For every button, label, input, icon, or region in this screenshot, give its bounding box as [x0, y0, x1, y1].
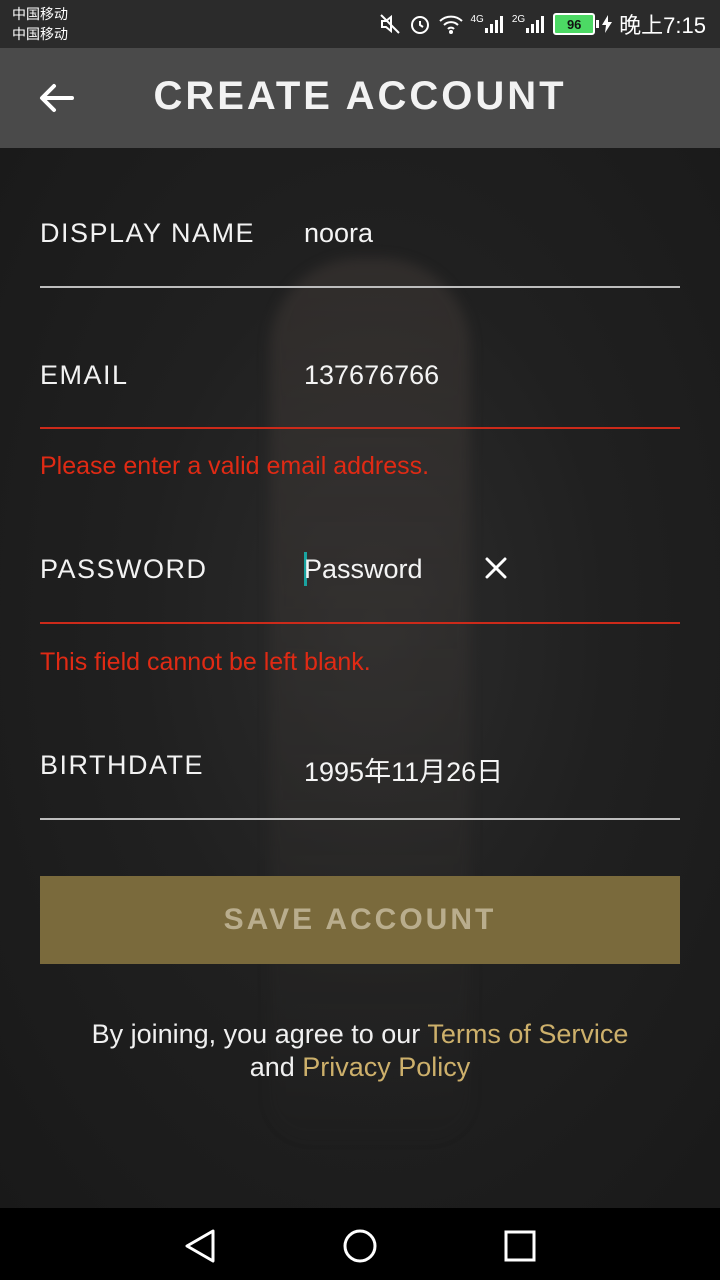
network-4g-label: 4G	[470, 14, 484, 25]
display-name-underline	[40, 286, 680, 288]
email-error: Please enter a valid email address.	[40, 452, 430, 480]
password-input[interactable]: Password	[304, 554, 423, 585]
password-error: This field cannot be left blank.	[40, 648, 371, 676]
terms-notice: By joining, you agree to our Terms of Se…	[0, 1018, 720, 1084]
mute-icon	[378, 12, 402, 36]
carrier-1: 中国移动	[12, 6, 68, 22]
square-recents-icon	[504, 1230, 536, 1262]
save-account-button[interactable]: SAVE ACCOUNT	[40, 876, 680, 964]
password-field[interactable]: PASSWORD Password	[40, 550, 680, 626]
email-input[interactable]: 137676766	[304, 360, 439, 391]
display-name-input[interactable]: noora	[304, 218, 373, 249]
carrier-info: 中国移动 中国移动	[12, 4, 68, 44]
terms-prefix: By joining, you agree to our	[91, 1019, 428, 1049]
email-field[interactable]: EMAIL 137676766	[40, 356, 680, 432]
circle-home-icon	[343, 1229, 377, 1263]
carrier-2: 中国移动	[12, 26, 68, 42]
password-label: PASSWORD	[40, 554, 208, 584]
signal-2g-icon: 2G	[512, 14, 547, 34]
birthdate-underline	[40, 818, 680, 820]
display-name-label: DISPLAY NAME	[40, 218, 256, 248]
system-nav-bar	[0, 1208, 720, 1280]
close-icon	[485, 557, 507, 579]
birthdate-input[interactable]: 1995年11月26日	[304, 750, 503, 789]
nav-back-button[interactable]	[180, 1226, 220, 1266]
battery-icon: 96	[553, 13, 600, 35]
charging-icon	[601, 14, 613, 34]
email-label: EMAIL	[40, 360, 129, 390]
battery-level: 96	[566, 16, 582, 32]
email-underline	[40, 427, 680, 429]
nav-recents-button[interactable]	[500, 1226, 540, 1266]
wifi-icon	[438, 13, 464, 35]
terms-of-service-link[interactable]: Terms of Service	[427, 1019, 628, 1049]
status-icons: 4G 2G 96 晚上7:15	[378, 8, 706, 40]
password-underline	[40, 622, 680, 624]
page-title: CREATE ACCOUNT	[153, 74, 567, 118]
clear-password-button[interactable]	[480, 552, 512, 584]
display-name-field[interactable]: DISPLAY NAME noora	[40, 214, 680, 290]
birthdate-field[interactable]: BIRTHDATE 1995年11月26日	[40, 746, 680, 822]
birthdate-label: BIRTHDATE	[40, 750, 205, 780]
triangle-back-icon	[185, 1229, 215, 1263]
create-account-form: DISPLAY NAME noora EMAIL 137676766 Pleas…	[0, 148, 720, 1208]
status-bar: 中国移动 中国移动 4G 2G 96 晚上7:15	[0, 0, 720, 48]
terms-and: and	[249, 1052, 303, 1082]
network-2g-label: 2G	[511, 14, 526, 25]
app-bar: CREATE ACCOUNT	[0, 48, 720, 148]
signal-4g-icon: 4G	[470, 14, 505, 34]
nav-home-button[interactable]	[340, 1226, 380, 1266]
alarm-icon	[408, 12, 432, 36]
privacy-policy-link[interactable]: Privacy Policy	[302, 1052, 470, 1082]
status-time: 晚上7:15	[619, 13, 706, 38]
